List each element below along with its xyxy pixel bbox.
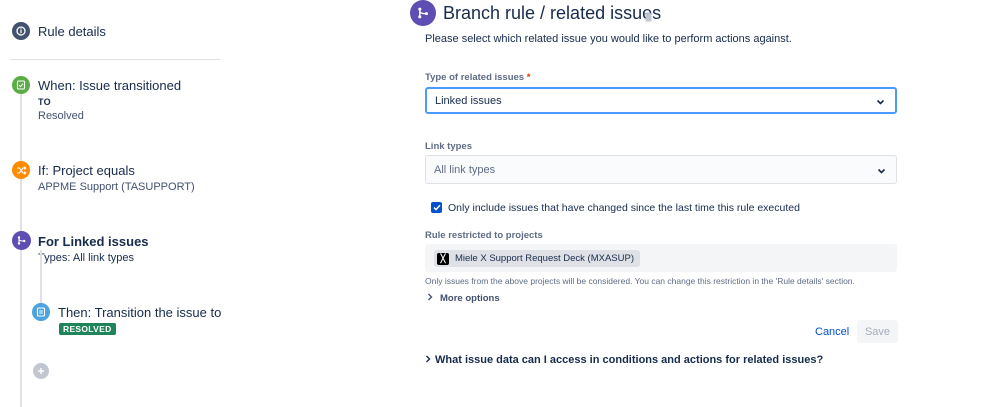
project-name: Miele X Support Request Deck (MXASUP) <box>455 253 634 264</box>
save-button[interactable]: Save <box>857 320 898 343</box>
page-title: Branch rule / related issues <box>443 3 662 23</box>
page-description: Please select which related issue you wo… <box>425 33 792 45</box>
sidebar-divider <box>10 59 220 60</box>
trigger-to-label: TO <box>38 97 51 107</box>
project-avatar-icon: ╳ <box>437 252 449 265</box>
related-type-select[interactable]: Linked issues <box>425 87 897 114</box>
condition-value: APPME Support (TASUPPORT) <box>38 181 195 193</box>
condition-title[interactable]: If: Project equals <box>38 163 135 178</box>
action-title[interactable]: Then: Transition the issue to <box>58 305 221 320</box>
cancel-button[interactable]: Cancel <box>805 321 859 343</box>
required-mark: * <box>526 72 531 83</box>
info-icon <box>12 22 30 40</box>
trash-icon[interactable] <box>644 9 653 27</box>
related-type-label: Type of related issues * <box>425 72 531 83</box>
more-options-label: More options <box>440 293 500 304</box>
chevron-down-icon <box>876 97 885 109</box>
branch-header-icon <box>410 0 436 26</box>
action-icon[interactable] <box>32 303 50 321</box>
condition-shuffle-icon[interactable] <box>12 161 30 179</box>
link-types-select[interactable]: All link types <box>425 155 897 184</box>
branch-title[interactable]: For Linked issues <box>38 234 149 249</box>
link-types-label: Link types <box>425 141 472 152</box>
chevron-down-icon <box>877 166 886 178</box>
restriction-hint: Only issues from the above projects will… <box>425 276 855 286</box>
trigger-to-value: Resolved <box>38 110 84 122</box>
branch-icon[interactable] <box>12 231 31 250</box>
only-changed-checkbox[interactable] <box>431 202 442 213</box>
more-options-toggle[interactable]: More options <box>427 293 500 304</box>
rule-details-link[interactable]: Rule details <box>38 24 106 39</box>
restricted-label: Rule restricted to projects <box>425 230 543 241</box>
chevron-right-icon <box>425 354 431 366</box>
link-types-value: All link types <box>434 163 496 176</box>
add-component-icon[interactable] <box>33 363 49 379</box>
trigger-title[interactable]: When: Issue transitioned <box>38 78 181 93</box>
chevron-right-icon <box>427 293 433 304</box>
faq-toggle[interactable]: What issue data can I access in conditio… <box>425 354 823 366</box>
related-type-value: Linked issues <box>435 94 502 107</box>
branch-line <box>40 250 42 305</box>
branch-value: Types: All link types <box>38 252 134 264</box>
faq-label: What issue data can I access in conditio… <box>435 354 824 366</box>
project-chip: ╳ Miele X Support Request Deck (MXASUP) <box>434 250 640 267</box>
trigger-icon[interactable] <box>12 76 30 94</box>
status-lozenge: RESOLVED <box>59 323 116 335</box>
only-changed-label[interactable]: Only include issues that have changed si… <box>448 202 800 214</box>
